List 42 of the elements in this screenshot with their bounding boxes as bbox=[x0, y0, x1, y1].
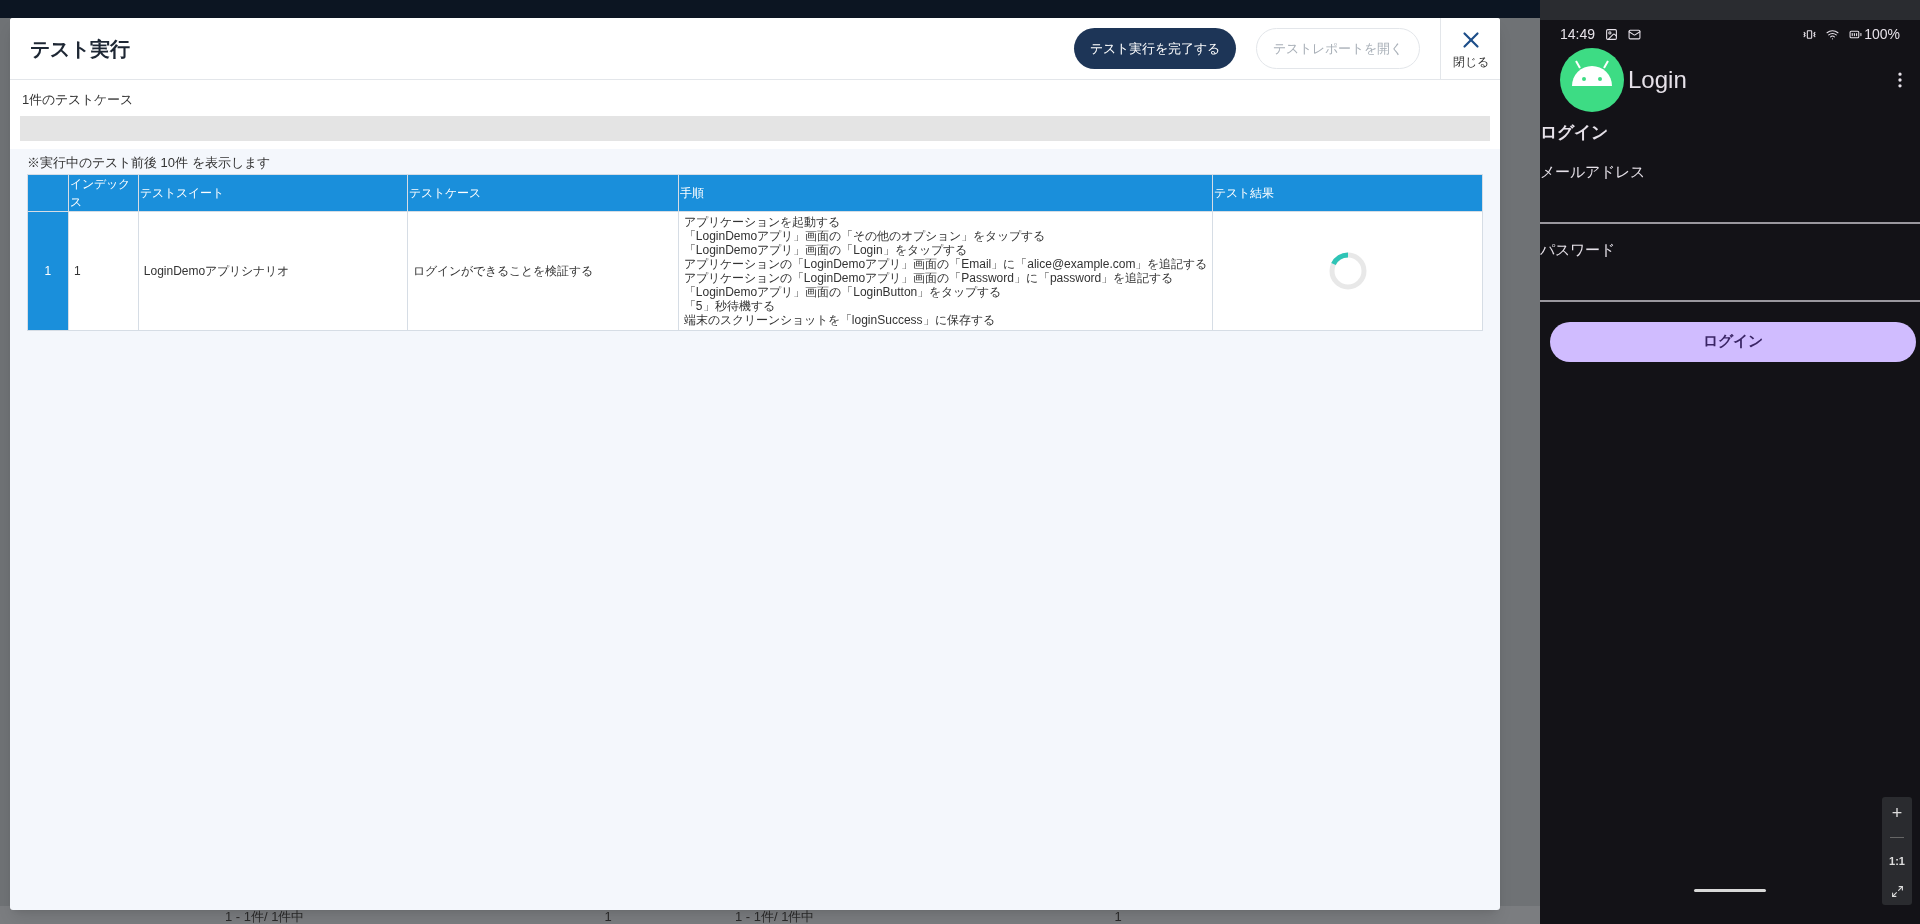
mail-icon bbox=[1628, 27, 1642, 41]
app-title: Login bbox=[1628, 65, 1688, 95]
header-cell: 手順 bbox=[678, 174, 1213, 212]
row-number-cell: 1 bbox=[27, 211, 69, 331]
step-text: 「5」秒待機する bbox=[683, 299, 776, 313]
actual-size-button[interactable]: 1:1 bbox=[1889, 853, 1905, 870]
step-text: 「LoginDemoアプリ」画面の「Login」をタップする bbox=[683, 243, 968, 257]
step-text: アプリケーションの「LoginDemoアプリ」画面の「Password」に「password」を追記する bbox=[683, 271, 1175, 285]
step-text: 「LoginDemoアプリ」画面の「その他のオプション」をタップする bbox=[683, 229, 1047, 243]
header-cell bbox=[27, 174, 69, 212]
step-text: 「LoginDemoアプリ」画面の「LoginButton」をタップする bbox=[683, 285, 1003, 299]
input-field[interactable]: メールアドレス bbox=[1540, 159, 1920, 224]
input-field[interactable]: パスワード bbox=[1540, 237, 1920, 302]
zoom-in-button[interactable]: + bbox=[1891, 804, 1903, 823]
header-cell: インデックス bbox=[68, 174, 139, 212]
header-cell: テスト結果 bbox=[1212, 174, 1483, 212]
login-button[interactable]: ログイン bbox=[1550, 321, 1916, 362]
display-note: ※実行中のテスト前後 10件 を表示します bbox=[27, 153, 271, 172]
app-logo-icon bbox=[1560, 48, 1624, 112]
action-button[interactable]: テスト実行を完了する bbox=[1074, 28, 1236, 69]
table-cell: ログインができることを検証する bbox=[407, 211, 679, 331]
step-text: アプリケーションを起動する bbox=[683, 215, 841, 229]
pagination-range: 1 - 1件/ 1件中 bbox=[225, 910, 305, 924]
pagination-range: 1 - 1件/ 1件中 bbox=[735, 910, 815, 924]
fit-screen-icon[interactable] bbox=[1890, 884, 1904, 898]
table-cell: 1 bbox=[68, 211, 139, 331]
screen-title: ログイン bbox=[1540, 122, 1609, 144]
step-text: アプリケーションの「LoginDemoアプリ」画面の「Email」に「alice@example.com」を追記する bbox=[683, 257, 1208, 271]
image-icon bbox=[1605, 27, 1619, 41]
header-cell: テストケース bbox=[407, 174, 679, 212]
step-text: 端末のスクリーンショットを「loginSuccess」に保存する bbox=[683, 313, 996, 327]
status-time: 14:49 bbox=[1560, 24, 1596, 44]
vibrate-icon bbox=[1803, 27, 1817, 41]
battery-level: 100% bbox=[1864, 24, 1900, 44]
home-indicator bbox=[1694, 889, 1766, 892]
table-cell: LoginDemoアプリシナリオ bbox=[138, 211, 408, 331]
header-cell: テストスイート bbox=[138, 174, 408, 212]
close-button[interactable]: 閉じる bbox=[1440, 17, 1500, 80]
modal-title: テスト実行 bbox=[30, 36, 131, 62]
loading-spinner-icon bbox=[1327, 251, 1368, 291]
wifi-icon bbox=[1826, 27, 1840, 41]
case-count: 1件のテストケース bbox=[21, 91, 135, 109]
